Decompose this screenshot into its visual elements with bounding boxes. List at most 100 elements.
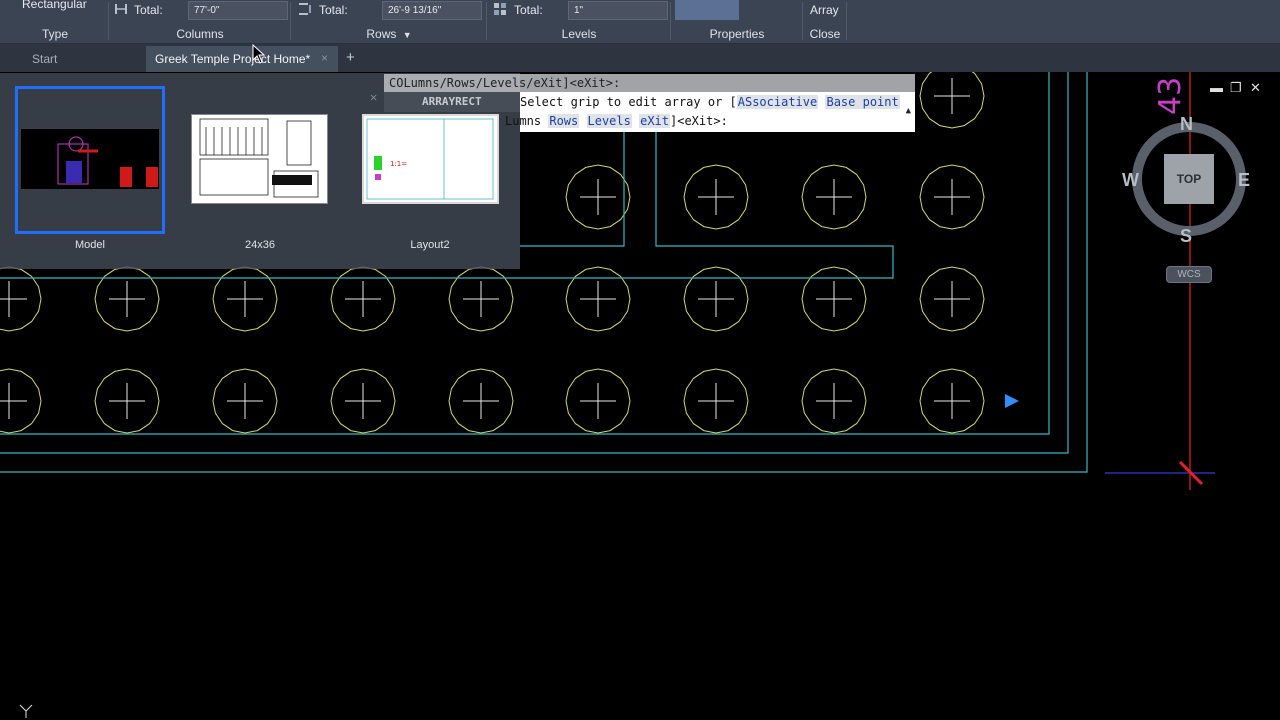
- column-circle[interactable]: [565, 368, 631, 434]
- keyword-levels[interactable]: Levels: [586, 114, 632, 128]
- levels-total-field[interactable]: 1": [568, 1, 668, 20]
- column-circle[interactable]: [919, 164, 985, 230]
- command-options-line: Lumns Rows Levels eXit]<eXit>:: [505, 114, 728, 128]
- svg-text:1:1=: 1:1=: [390, 160, 407, 168]
- column-circle[interactable]: [330, 368, 396, 434]
- levels-panel: Total: 1" Levels: [488, 0, 670, 44]
- columns-total-field[interactable]: 77'-0": [188, 1, 288, 20]
- levels-panel-title: Levels: [561, 27, 597, 41]
- columns-total-label: Total:: [134, 3, 163, 17]
- columns-panel: Total: 77'-0" Columns: [110, 0, 290, 44]
- column-circle[interactable]: [801, 266, 867, 332]
- command-input-area[interactable]: Select grip to edit array or [ASsociativ…: [505, 92, 915, 132]
- type-panel-title: Type: [41, 27, 68, 41]
- compass-east[interactable]: E: [1238, 170, 1250, 191]
- expand-history-icon[interactable]: ▲: [906, 106, 911, 116]
- column-circle[interactable]: [683, 368, 749, 434]
- properties-panel-title: Properties: [709, 27, 765, 41]
- keyword-rows[interactable]: Rows: [548, 114, 580, 128]
- compass-north[interactable]: N: [1180, 114, 1193, 135]
- file-tab-bar: Start Greek Temple Project Home* × +: [0, 44, 1280, 72]
- minimize-icon[interactable]: ▬: [1210, 80, 1223, 95]
- layout-label-24x36[interactable]: 24x36: [185, 239, 335, 251]
- sheet-24x36-preview: [199, 118, 319, 198]
- compass-west[interactable]: W: [1122, 170, 1139, 191]
- column-circle[interactable]: [801, 368, 867, 434]
- column-circle[interactable]: [565, 266, 631, 332]
- properties-panel: Properties: [672, 0, 802, 44]
- columns-panel-title: Columns: [176, 27, 224, 41]
- array-ribbon: Rectangular Type Total: 77'-0" Columns T…: [0, 0, 1280, 44]
- command-name: ARRAYRECT: [422, 95, 482, 108]
- divider: [108, 2, 109, 40]
- options-suffix: ]<eXit>:: [670, 114, 728, 128]
- column-circle[interactable]: [0, 266, 42, 332]
- keyword-associative[interactable]: ASsociative: [736, 95, 819, 109]
- ucs-corner-icon: [19, 704, 33, 718]
- rows-icon: [298, 2, 312, 16]
- keyword-base-point[interactable]: Base point: [825, 95, 900, 109]
- layout-thumb-24x36[interactable]: [191, 114, 328, 204]
- levels-total-label: Total:: [514, 3, 543, 17]
- column-circle[interactable]: [919, 368, 985, 434]
- autocad-window: Rectangular Type Total: 77'-0" Columns T…: [0, 0, 1280, 720]
- column-circle[interactable]: [448, 266, 514, 332]
- divider: [290, 2, 291, 40]
- prompt-text: Select grip to edit array or [: [520, 95, 737, 109]
- command-prompt-line: Select grip to edit array or [ASsociativ…: [520, 95, 900, 109]
- tab-document[interactable]: Greek Temple Project Home* ×: [146, 46, 338, 72]
- command-prompt-prefix: ARRAYRECT: [384, 92, 520, 112]
- model-preview: [21, 129, 159, 189]
- layout-label-layout2[interactable]: Layout2: [355, 239, 505, 251]
- layout-label-model[interactable]: Model: [15, 239, 165, 251]
- close-panel-title: Close: [809, 27, 841, 41]
- close-array-button[interactable]: Array: [810, 3, 839, 17]
- mouse-cursor-icon: [252, 44, 266, 64]
- compass-south[interactable]: S: [1180, 226, 1192, 247]
- keyword-exit[interactable]: eXit: [639, 114, 670, 128]
- cella-wall-inner: [520, 132, 625, 247]
- command-line[interactable]: COLumns/Rows/Levels/eXit]<eXit>: ARRAYRE…: [370, 74, 915, 132]
- tab-start[interactable]: Start: [0, 46, 144, 72]
- close-icon[interactable]: ✕: [1250, 80, 1261, 96]
- viewcube[interactable]: N S E W TOP: [1120, 110, 1260, 250]
- divider: [846, 2, 847, 40]
- column-circle[interactable]: [448, 368, 514, 434]
- rows-panel-title[interactable]: Rows: [366, 27, 396, 41]
- column-circle[interactable]: [0, 368, 42, 434]
- command-history: COLumns/Rows/Levels/eXit]<eXit>:: [384, 74, 915, 92]
- column-circle[interactable]: [801, 164, 867, 230]
- grip-arrow-icon[interactable]: [1005, 394, 1019, 408]
- options-prefix: Lumns: [505, 114, 542, 128]
- divider: [802, 2, 803, 40]
- columns-icon: [114, 2, 128, 16]
- close-panel: Array Close: [804, 0, 846, 44]
- new-tab-button[interactable]: +: [346, 46, 366, 72]
- divider: [486, 2, 487, 40]
- rows-total-label: Total:: [319, 3, 348, 17]
- column-circle[interactable]: [919, 266, 985, 332]
- column-circle[interactable]: [919, 72, 985, 129]
- wcs-menu[interactable]: WCS: [1166, 266, 1212, 283]
- column-circle[interactable]: [94, 368, 160, 434]
- levels-icon: [493, 2, 507, 16]
- chevron-down-icon[interactable]: ▼: [403, 30, 412, 40]
- column-circle[interactable]: [212, 368, 278, 434]
- close-icon[interactable]: ✕: [370, 90, 377, 104]
- column-circle[interactable]: [565, 164, 631, 230]
- restore-icon[interactable]: ❐: [1230, 80, 1242, 96]
- properties-button[interactable]: [675, 0, 739, 20]
- rows-total-field[interactable]: 26'-9 13/16": [382, 1, 482, 20]
- column-circle[interactable]: [212, 266, 278, 332]
- column-circle[interactable]: [683, 266, 749, 332]
- divider: [670, 2, 671, 40]
- layout-thumb-model[interactable]: [15, 86, 165, 234]
- type-value[interactable]: Rectangular: [22, 0, 87, 11]
- tab-document-label: Greek Temple Project Home*: [155, 52, 311, 66]
- rows-panel: Total: 26'-9 13/16" Rows ▼: [292, 0, 486, 44]
- column-circle[interactable]: [683, 164, 749, 230]
- column-circle[interactable]: [94, 266, 160, 332]
- viewcube-face-label[interactable]: TOP: [1164, 172, 1214, 186]
- column-circle[interactable]: [330, 266, 396, 332]
- close-icon[interactable]: ×: [321, 51, 328, 65]
